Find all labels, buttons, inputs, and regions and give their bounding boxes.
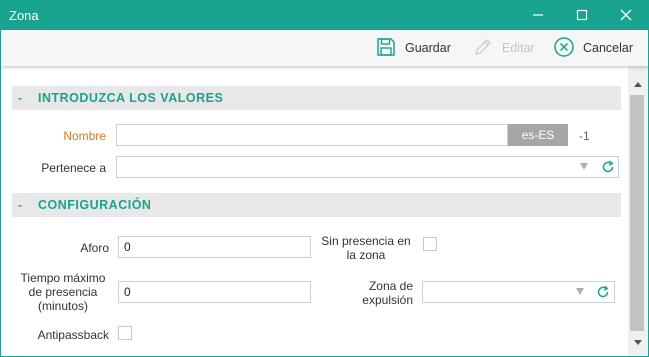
save-label: Guardar [405,41,451,55]
nombre-input[interactable] [116,124,508,146]
close-button[interactable] [609,0,643,30]
aforo-label: Aforo [80,241,109,255]
chevron-down-icon [580,163,588,170]
section-header-values[interactable]: - INTRODUZCA LOS VALORES [12,86,621,110]
form-content: - INTRODUZCA LOS VALORES Nombre es-ES -1… [1,66,628,356]
toolbar: Guardar Editar Cancelar [1,30,648,66]
zona-expulsion-select[interactable] [422,281,615,303]
chevron-down-icon [576,288,584,295]
section-title: INTRODUZCA LOS VALORES [38,91,224,105]
refresh-icon[interactable] [601,160,615,174]
collapse-icon: - [18,198,22,212]
language-badge[interactable]: es-ES [508,124,568,146]
zona-expulsion-label-line2: expulsión [362,293,413,307]
sin-presencia-checkbox[interactable] [423,237,437,251]
sin-presencia-label-line2: la zona [346,248,386,262]
refresh-icon[interactable] [596,285,610,299]
maximize-button[interactable] [565,0,599,30]
title-bar: Zona [0,0,649,30]
tiempo-label-line1: Tiempo máximo [20,271,106,285]
scrollbar-thumb[interactable] [630,95,644,331]
tiempo-label: Tiempo máximo de presencia (minutos) [13,271,113,313]
sin-presencia-label-line1: Sin presencia en [321,234,411,248]
pertenece-select[interactable] [116,156,619,178]
collapse-icon: - [18,91,22,105]
edit-button[interactable]: Editar [472,36,535,60]
save-button[interactable]: Guardar [375,36,451,60]
scroll-down-icon[interactable] [634,340,642,345]
tiempo-label-line2: de presencia [28,285,98,299]
save-icon [375,36,397,61]
aforo-input[interactable] [118,236,311,258]
cancel-label: Cancelar [583,41,634,55]
zona-expulsion-label: Zona de expulsión [321,279,413,307]
close-icon [620,9,632,21]
section-title: CONFIGURACIÓN [38,198,152,212]
window-title: Zona [9,8,39,23]
minimize-icon [532,9,544,21]
sin-presencia-label: Sin presencia en la zona [316,234,416,262]
zona-expulsion-label-line1: Zona de [368,279,413,293]
nombre-label: Nombre [63,129,106,143]
tiempo-input[interactable] [118,281,311,303]
maximize-icon [576,9,588,21]
vertical-scrollbar[interactable] [628,66,648,356]
antipassback-checkbox[interactable] [118,326,132,340]
pencil-icon [472,36,494,61]
pertenece-label: Pertenece a [41,161,106,175]
nombre-suffix: -1 [579,129,590,143]
section-header-config[interactable]: - CONFIGURACIÓN [12,193,621,217]
cancel-icon [553,36,575,61]
scroll-up-icon[interactable] [634,82,642,87]
tiempo-label-line3: (minutos) [37,299,88,313]
edit-label: Editar [502,41,535,55]
cancel-button[interactable]: Cancelar [553,36,633,60]
antipassback-label: Antipassback [37,328,109,342]
minimize-button[interactable] [521,0,555,30]
